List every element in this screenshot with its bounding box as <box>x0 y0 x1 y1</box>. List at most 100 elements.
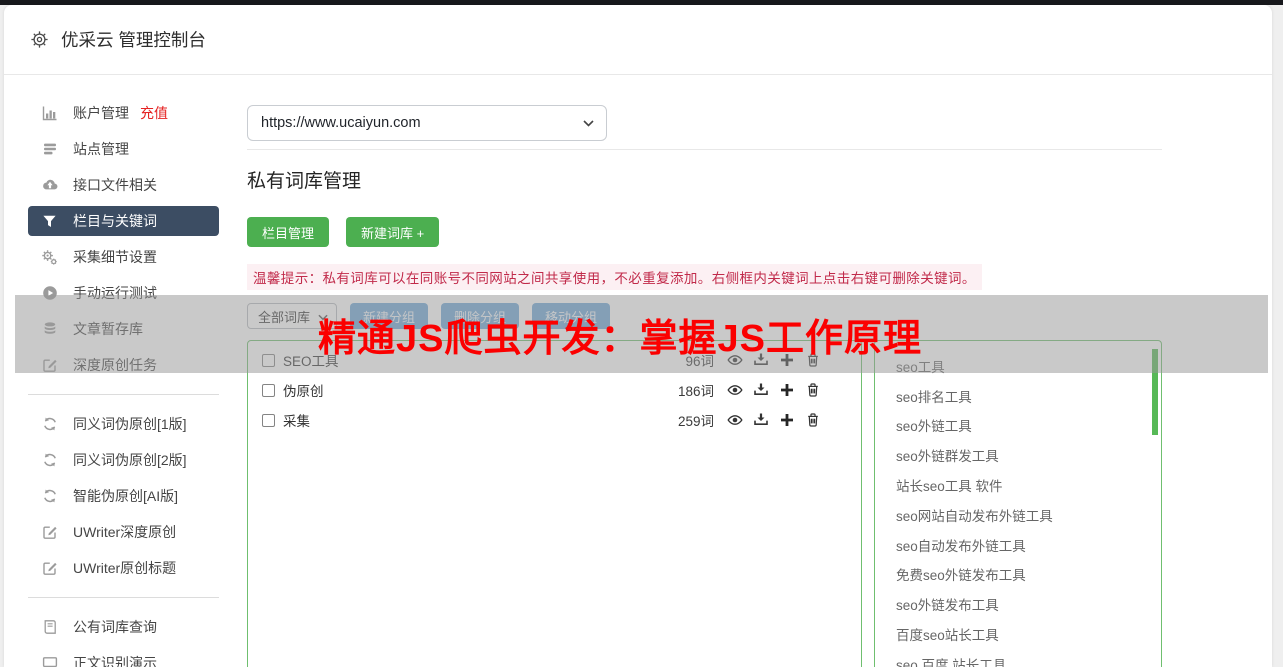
new-lexicon-button[interactable]: 新建词库 + <box>346 217 440 247</box>
lexicon-name: 采集 <box>283 414 310 429</box>
sidebar-item-ai-pseudo-original[interactable]: 智能伪原创[AI版] <box>28 478 219 514</box>
funnel-icon <box>41 214 58 229</box>
sidebar-item-collect-settings[interactable]: 采集细节设置 <box>28 239 219 275</box>
lexicon-row[interactable]: 伪原创 186词 <box>248 375 861 405</box>
play-icon <box>41 285 58 301</box>
sidebar-item-label: 智能伪原创[AI版] <box>73 488 179 504</box>
lexicon-name: 伪原创 <box>283 384 324 399</box>
keyword-item[interactable]: 免费seo外链发布工具 <box>875 560 1161 590</box>
sidebar-item-label: UWriter深度原创 <box>73 524 177 540</box>
sidebar-divider <box>28 394 219 395</box>
sidebar-item-label: 账户管理 <box>73 105 129 121</box>
trash-icon[interactable] <box>805 412 821 428</box>
trash-icon[interactable] <box>805 352 821 368</box>
sidebar-item-deep-original-task[interactable]: 深度原创任务 <box>28 347 219 383</box>
recharge-badge[interactable]: 充值 <box>140 103 168 123</box>
view-icon[interactable] <box>727 352 743 368</box>
tip-banner: 温馨提示：私有词库可以在同账号不同网站之间共享使用，不必重复添加。右侧框内关键词… <box>247 264 982 290</box>
sidebar-item-label: UWriter原创标题 <box>73 560 177 576</box>
sidebar-item-label: 正文识别演示 <box>73 655 157 667</box>
view-icon[interactable] <box>727 412 743 428</box>
app-title: 优采云 管理控制台 <box>61 30 206 50</box>
lexicon-row[interactable]: 采集 259词 <box>248 405 861 435</box>
lexicon-word-count: 259词 <box>677 414 714 429</box>
pencil-icon <box>41 357 58 373</box>
sidebar-item-label: 站点管理 <box>73 141 129 157</box>
sidebar-item-label: 采集细节设置 <box>73 249 157 265</box>
refresh-icon <box>41 452 58 468</box>
keyword-item[interactable]: seo 百度 站长工具 <box>875 649 1161 667</box>
keyword-item[interactable]: seo工具 <box>875 351 1161 381</box>
sidebar-item-label: 栏目与关键词 <box>73 213 157 229</box>
lexicon-word-count: 186词 <box>677 384 714 399</box>
sidebar-item-uwriter-title[interactable]: UWriter原创标题 <box>28 550 219 586</box>
lexicon-row[interactable]: SEO工具 96词 <box>248 345 861 375</box>
sidebar-item-synonym-v2[interactable]: 同义词伪原创[2版] <box>28 442 219 478</box>
sidebar-item-synonym-v1[interactable]: 同义词伪原创[1版] <box>28 406 219 442</box>
delete-group-button[interactable]: 删除分组 <box>441 303 520 329</box>
sidebar-item-columns-keywords[interactable]: 栏目与关键词 <box>28 206 219 236</box>
column-manage-button[interactable]: 栏目管理 <box>247 217 330 247</box>
gears-icon <box>41 249 58 266</box>
keyword-list-panel: seo工具 seo排名工具 seo外链工具 seo外链群发工具 站长seo工具 … <box>874 340 1162 667</box>
add-icon[interactable] <box>779 352 795 368</box>
move-group-button[interactable]: 移动分组 <box>532 303 611 329</box>
sidebar-item-label: 接口文件相关 <box>73 177 157 193</box>
refresh-icon <box>41 416 58 432</box>
sidebar-divider <box>28 597 219 598</box>
keyword-item[interactable]: seo网站自动发布外链工具 <box>875 500 1161 530</box>
sidebar-item-public-lexicon[interactable]: 公有词库查询 <box>28 609 219 645</box>
book-icon <box>41 619 58 635</box>
sidebar-item-account[interactable]: 账户管理 充值 <box>28 95 219 131</box>
pencil-icon <box>41 524 58 540</box>
sidebar-item-article-buffer[interactable]: 文章暂存库 <box>28 311 219 347</box>
sidebar-item-label: 文章暂存库 <box>73 321 143 337</box>
sidebar-item-sites[interactable]: 站点管理 <box>28 131 219 167</box>
chevron-down-icon <box>318 309 328 324</box>
app-header: 优采云 管理控制台 <box>4 5 1272 75</box>
pencil-icon <box>41 560 58 576</box>
add-icon[interactable] <box>779 412 795 428</box>
lexicon-checkbox[interactable] <box>262 353 275 367</box>
keyword-item[interactable]: 站长seo工具 软件 <box>875 470 1161 500</box>
keyword-item[interactable]: seo排名工具 <box>875 381 1161 411</box>
sidebar-item-uwriter-deep[interactable]: UWriter深度原创 <box>28 514 219 550</box>
sidebar: 账户管理 充值 站点管理 接口文件相关 栏目与关键词 采集细节设置 手动运行测试… <box>4 75 233 667</box>
monitor-icon <box>41 655 58 667</box>
sidebar-item-label: 手动运行测试 <box>73 285 157 301</box>
lexicon-filter-select[interactable]: 全部词库 <box>247 303 337 329</box>
lexicon-word-count: 96词 <box>685 354 714 369</box>
lexicon-list-panel: SEO工具 96词 伪原创 186词 采集 259词 <box>247 340 862 667</box>
lexicon-name: SEO工具 <box>283 354 339 369</box>
main-content: https://www.ucaiyun.com 私有词库管理 栏目管理 新建词库… <box>233 75 1272 667</box>
content-divider <box>247 149 1162 150</box>
new-group-button[interactable]: 新建分组 <box>350 303 429 329</box>
keyword-item[interactable]: seo外链工具 <box>875 411 1161 441</box>
trash-icon[interactable] <box>805 382 821 398</box>
add-icon[interactable] <box>779 382 795 398</box>
gear-icon <box>30 30 49 49</box>
main-card: 优采云 管理控制台 账户管理 充值 站点管理 接口文件相关 栏目与关键词 采集细… <box>4 5 1272 667</box>
keyword-item[interactable]: 百度seo站长工具 <box>875 619 1161 649</box>
keyword-scrollbar-thumb[interactable] <box>1152 349 1158 435</box>
sidebar-item-interface-files[interactable]: 接口文件相关 <box>28 167 219 203</box>
download-icon[interactable] <box>753 412 769 428</box>
view-icon[interactable] <box>727 382 743 398</box>
sidebar-item-manual-run[interactable]: 手动运行测试 <box>28 275 219 311</box>
database-icon <box>41 321 58 337</box>
sidebar-item-body-recognition[interactable]: 正文识别演示 <box>28 645 219 667</box>
lexicon-filter-value: 全部词库 <box>258 309 311 325</box>
chevron-down-icon <box>583 115 594 131</box>
site-select[interactable]: https://www.ucaiyun.com <box>247 105 607 141</box>
keyword-item[interactable]: seo外链群发工具 <box>875 440 1161 470</box>
sidebar-item-label: 同义词伪原创[1版] <box>73 416 187 432</box>
refresh-icon <box>41 488 58 504</box>
keyword-item[interactable]: seo自动发布外链工具 <box>875 530 1161 560</box>
lexicon-checkbox[interactable] <box>262 383 275 397</box>
download-icon[interactable] <box>753 352 769 368</box>
keyword-item[interactable]: seo外链发布工具 <box>875 589 1161 619</box>
list-icon <box>41 141 58 157</box>
lexicon-checkbox[interactable] <box>262 413 275 427</box>
sidebar-item-label: 公有词库查询 <box>73 619 157 635</box>
download-icon[interactable] <box>753 382 769 398</box>
